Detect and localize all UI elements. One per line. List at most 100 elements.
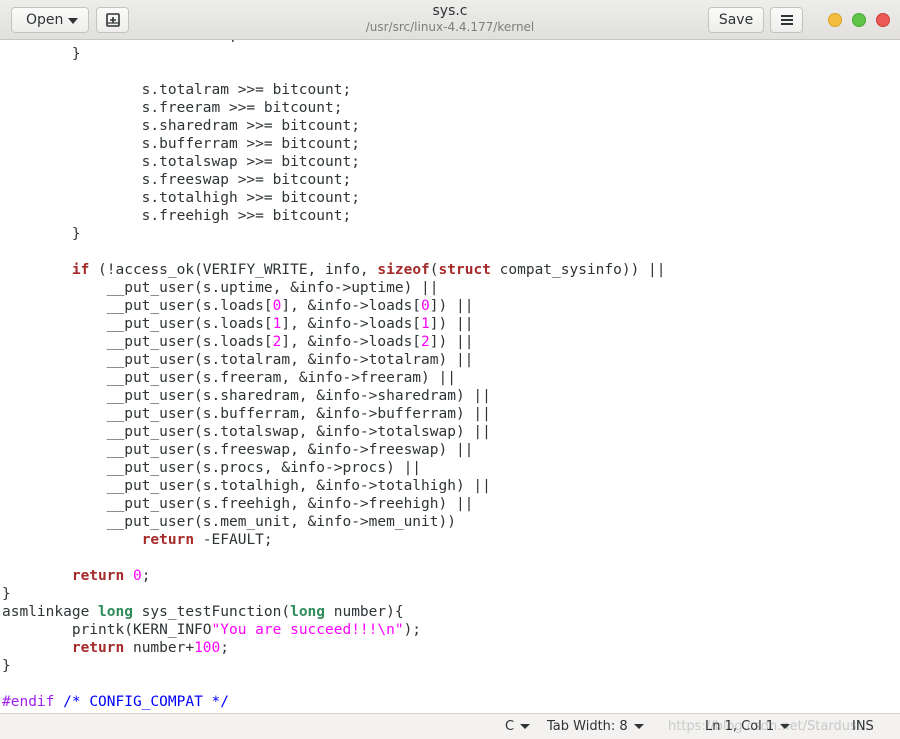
code-token: compat_sysinfo)) ||: [490, 262, 666, 278]
code-token: asmlinkage: [2, 604, 99, 620]
tab-width-label: Tab Width: 8: [547, 719, 628, 734]
menu-button[interactable]: [770, 7, 803, 33]
chevron-down-icon: [633, 724, 644, 729]
code-token: s.freeswap >>= bitcount;: [2, 172, 352, 188]
code-token: __put_user(s.totalram, &info->totalram) …: [2, 352, 474, 368]
code-line[interactable]: }: [2, 45, 666, 63]
code-token: /* CONFIG_COMPAT */: [63, 694, 229, 710]
code-line[interactable]: __put_user(s.bufferram, &info->bufferram…: [2, 405, 666, 423]
code-token: __put_user(s.bufferram, &info->bufferram…: [2, 406, 491, 422]
code-token: #endif: [2, 694, 55, 710]
save-button[interactable]: Save: [708, 7, 764, 33]
code-line[interactable]: s.freeswap >>= bitcount;: [2, 171, 666, 189]
code-token: __put_user(s.loads[: [2, 334, 273, 350]
code-token: return: [141, 532, 195, 548]
language-label: C: [505, 719, 515, 734]
insert-mode[interactable]: INS: [852, 719, 874, 734]
code-line[interactable]: s.totalhigh >>= bitcount;: [2, 189, 666, 207]
code-line[interactable]: __put_user(s.freeswap, &info->freeswap) …: [2, 441, 666, 459]
hamburger-menu-icon: [780, 15, 793, 25]
insert-mode-label: INS: [852, 719, 874, 734]
code-token: }: [2, 658, 11, 674]
maximize-icon[interactable]: [852, 13, 866, 27]
code-token: ;: [141, 568, 151, 584]
code-line[interactable]: [2, 675, 666, 693]
new-document-button[interactable]: [96, 7, 129, 33]
code-line[interactable]: s.bufferram >>= bitcount;: [2, 135, 666, 153]
code-token: bitcount++;: [2, 40, 238, 44]
code-line[interactable]: return -EFAULT;: [2, 531, 666, 549]
code-line[interactable]: [2, 243, 666, 261]
code-token: }: [2, 46, 81, 62]
code-line[interactable]: [2, 63, 666, 81]
close-icon[interactable]: [876, 13, 890, 27]
code-line[interactable]: #endif /* CONFIG_COMPAT */: [2, 693, 666, 711]
code-token: __put_user(s.freeswap, &info->freeswap) …: [2, 442, 474, 458]
code-line[interactable]: __put_user(s.loads[2], &info->loads[2]) …: [2, 333, 666, 351]
code-line[interactable]: __put_user(s.mem_unit, &info->mem_unit)): [2, 513, 666, 531]
code-token: (!access_ok(VERIFY_WRITE, info,: [89, 262, 378, 278]
open-button[interactable]: Open: [11, 7, 89, 33]
cursor-position-label: Ln 1, Col 1: [705, 719, 775, 734]
code-editor[interactable]: bitcount++; } s.totalram >>= bitcount; s…: [0, 40, 900, 713]
code-token: __put_user(s.freeram, &info->freeram) ||: [2, 370, 456, 386]
window-title: sys.c /usr/src/linux-4.4.177/kernel: [300, 3, 600, 35]
chevron-down-icon: [780, 724, 791, 729]
new-document-icon: [105, 13, 120, 27]
code-line[interactable]: __put_user(s.totalhigh, &info->totalhigh…: [2, 477, 666, 495]
code-line[interactable]: return number+100;: [2, 639, 666, 657]
code-line[interactable]: }: [2, 585, 666, 603]
code-token: __put_user(s.uptime, &info->uptime) ||: [2, 280, 439, 296]
code-line[interactable]: if (!access_ok(VERIFY_WRITE, info, sizeo…: [2, 261, 666, 279]
code-line[interactable]: __put_user(s.freeram, &info->freeram) ||: [2, 369, 666, 387]
code-token: s.sharedram >>= bitcount;: [2, 118, 360, 134]
code-token: }: [2, 586, 11, 602]
code-token: long: [290, 604, 326, 620]
code-token: }: [2, 226, 81, 242]
language-selector[interactable]: C: [505, 719, 531, 734]
code-line[interactable]: __put_user(s.procs, &info->procs) ||: [2, 459, 666, 477]
code-token: s.freehigh >>= bitcount;: [2, 208, 352, 224]
chevron-down-icon: [520, 724, 531, 729]
cursor-position[interactable]: Ln 1, Col 1: [705, 719, 791, 734]
code-line[interactable]: s.totalram >>= bitcount;: [2, 81, 666, 99]
code-line[interactable]: s.sharedram >>= bitcount;: [2, 117, 666, 135]
code-line[interactable]: printk(KERN_INFO"You are succeed!!!\n");: [2, 621, 666, 639]
code-token: __put_user(s.totalhigh, &info->totalhigh…: [2, 478, 491, 494]
code-token: return: [71, 568, 125, 584]
file-path: /usr/src/linux-4.4.177/kernel: [365, 20, 535, 34]
code-line[interactable]: s.freeram >>= bitcount;: [2, 99, 666, 117]
code-token: number+: [124, 640, 195, 656]
code-line[interactable]: __put_user(s.totalram, &info->totalram) …: [2, 351, 666, 369]
code-line[interactable]: __put_user(s.totalswap, &info->totalswap…: [2, 423, 666, 441]
code-token: __put_user(s.totalswap, &info->totalswap…: [2, 424, 491, 440]
code-line[interactable]: __put_user(s.loads[0], &info->loads[0]) …: [2, 297, 666, 315]
code-line[interactable]: return 0;: [2, 567, 666, 585]
code-token: ]) ||: [429, 298, 474, 314]
code-token: (: [429, 262, 439, 278]
code-line[interactable]: __put_user(s.freehigh, &info->freehigh) …: [2, 495, 666, 513]
code-line[interactable]: }: [2, 225, 666, 243]
code-line[interactable]: __put_user(s.sharedram, &info->sharedram…: [2, 387, 666, 405]
code-token: 2: [421, 334, 430, 350]
code-line[interactable]: s.totalswap >>= bitcount;: [2, 153, 666, 171]
code-line[interactable]: __put_user(s.uptime, &info->uptime) ||: [2, 279, 666, 297]
code-token: __put_user(s.procs, &info->procs) ||: [2, 460, 422, 476]
code-token: ], &info->loads[: [281, 334, 422, 350]
code-token: "You are succeed!!!\n": [211, 622, 404, 638]
code-line[interactable]: s.freehigh >>= bitcount;: [2, 207, 666, 225]
code-token: return: [71, 640, 125, 656]
code-line[interactable]: __put_user(s.loads[1], &info->loads[1]) …: [2, 315, 666, 333]
code-token: 0: [421, 298, 430, 314]
code-line[interactable]: asmlinkage long sys_testFunction(long nu…: [2, 603, 666, 621]
code-line[interactable]: [2, 549, 666, 567]
code-text[interactable]: bitcount++; } s.totalram >>= bitcount; s…: [2, 40, 666, 711]
code-line[interactable]: }: [2, 657, 666, 675]
code-token: __put_user(s.loads[: [2, 316, 273, 332]
minimize-icon[interactable]: [828, 13, 842, 27]
tab-width-selector[interactable]: Tab Width: 8: [547, 719, 644, 734]
